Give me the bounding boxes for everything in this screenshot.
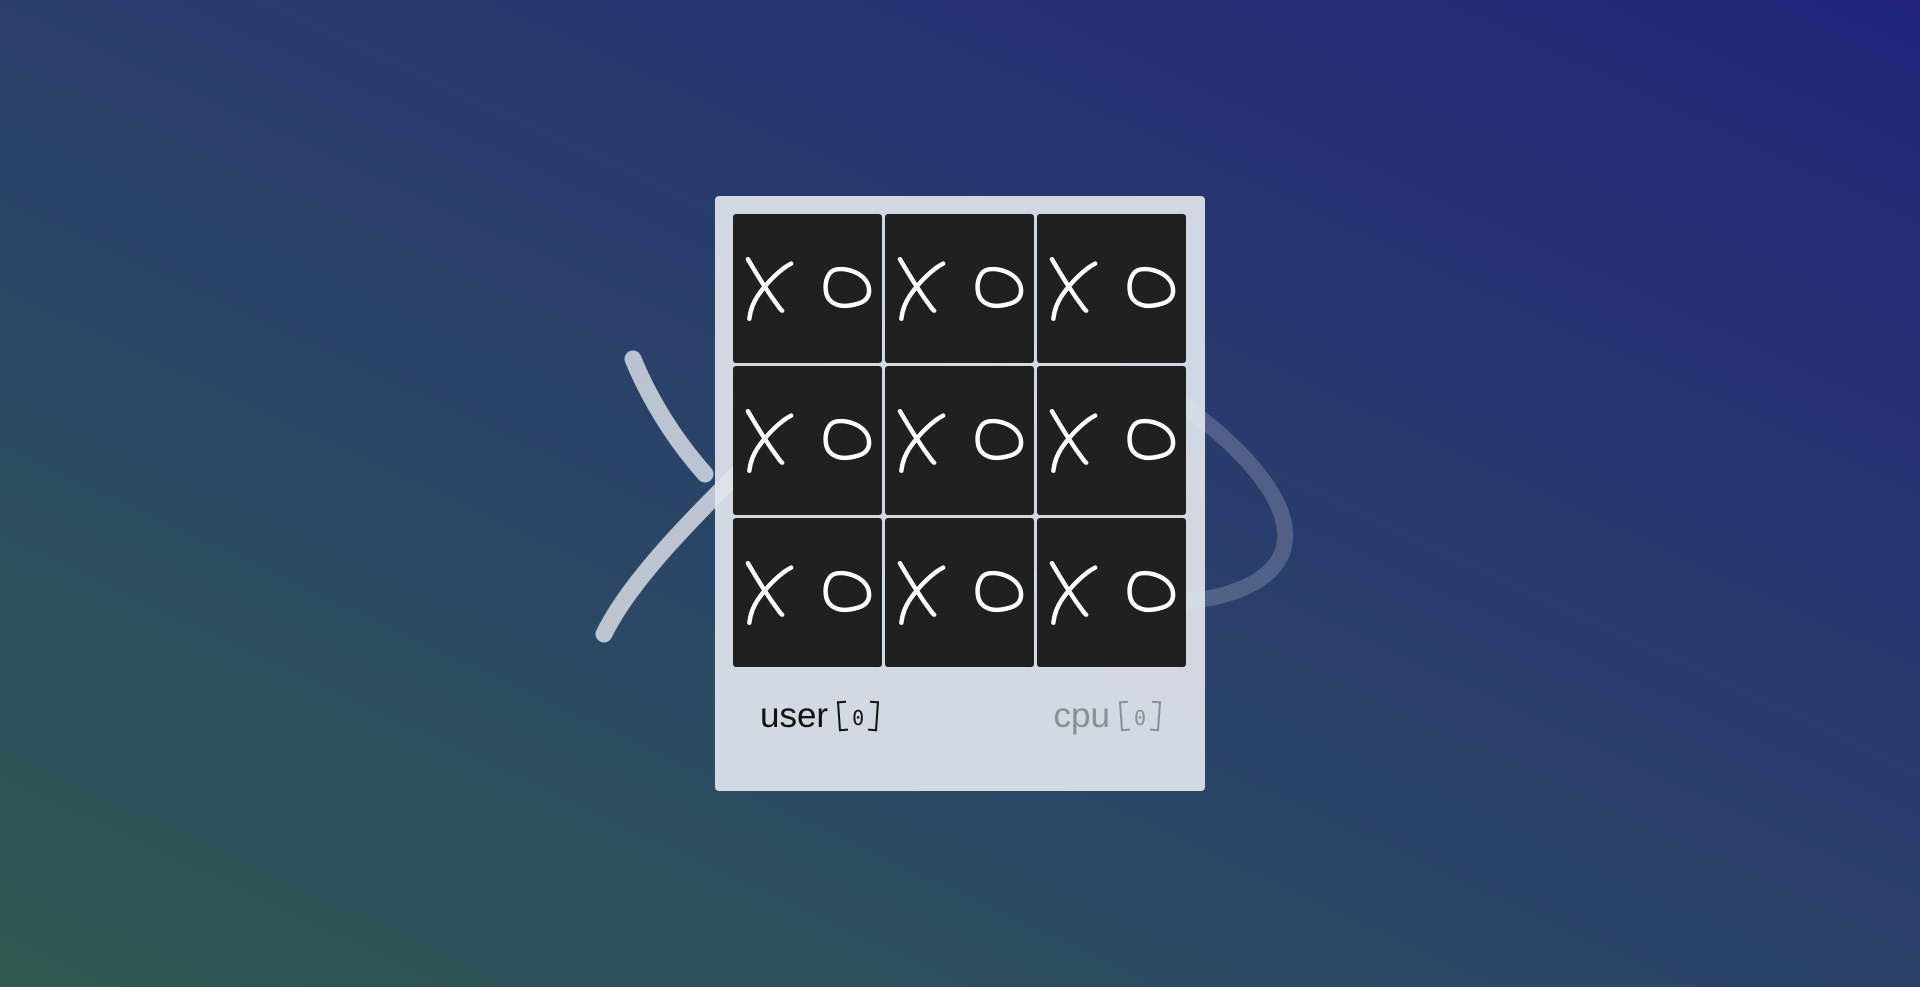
game-board [733, 214, 1187, 668]
x-mark-icon [897, 408, 946, 473]
board-cell-9[interactable] [1037, 518, 1186, 667]
user-label: user [760, 696, 829, 735]
o-mark-icon [822, 418, 871, 460]
bracket-left-icon [837, 700, 849, 732]
o-mark-icon [822, 266, 871, 308]
bracket-right-icon [1149, 700, 1162, 732]
o-mark-icon [974, 570, 1023, 612]
o-mark-icon [1126, 570, 1175, 612]
board-cell-5[interactable] [885, 366, 1034, 515]
board-cell-2[interactable] [885, 214, 1034, 363]
user-score-value: 0 [852, 706, 865, 730]
board-cell-1[interactable] [733, 214, 882, 363]
x-mark-icon [897, 560, 946, 625]
user-score: 0 [837, 700, 880, 732]
cpu-score: 0 [1118, 700, 1162, 732]
bracket-left-icon [1118, 700, 1130, 732]
board-cell-4[interactable] [733, 366, 882, 515]
cpu-label: cpu [1053, 696, 1110, 735]
cpu-score-value: 0 [1133, 706, 1146, 730]
board-cell-3[interactable] [1037, 214, 1186, 363]
x-mark-icon [745, 256, 794, 321]
board-cell-7[interactable] [733, 518, 882, 667]
scoreboard: user 0 cpu 0 [760, 692, 1162, 740]
x-mark-icon [1049, 408, 1098, 473]
board-cell-6[interactable] [1037, 366, 1186, 515]
x-mark-icon [745, 560, 794, 625]
o-mark-icon [974, 266, 1023, 308]
bracket-right-icon [868, 700, 880, 732]
cpu-player: cpu 0 [1053, 696, 1162, 736]
board-cell-8[interactable] [885, 518, 1034, 667]
o-mark-icon [822, 570, 871, 612]
x-mark-icon [745, 408, 794, 473]
user-player: user 0 [760, 696, 880, 736]
o-mark-icon [974, 418, 1023, 460]
x-mark-icon [897, 256, 946, 321]
game-panel: user 0 cpu 0 [715, 196, 1205, 791]
o-mark-icon [1126, 418, 1175, 460]
x-mark-icon [1049, 560, 1098, 625]
x-mark-icon [1049, 256, 1098, 321]
o-mark-icon [1126, 266, 1175, 308]
